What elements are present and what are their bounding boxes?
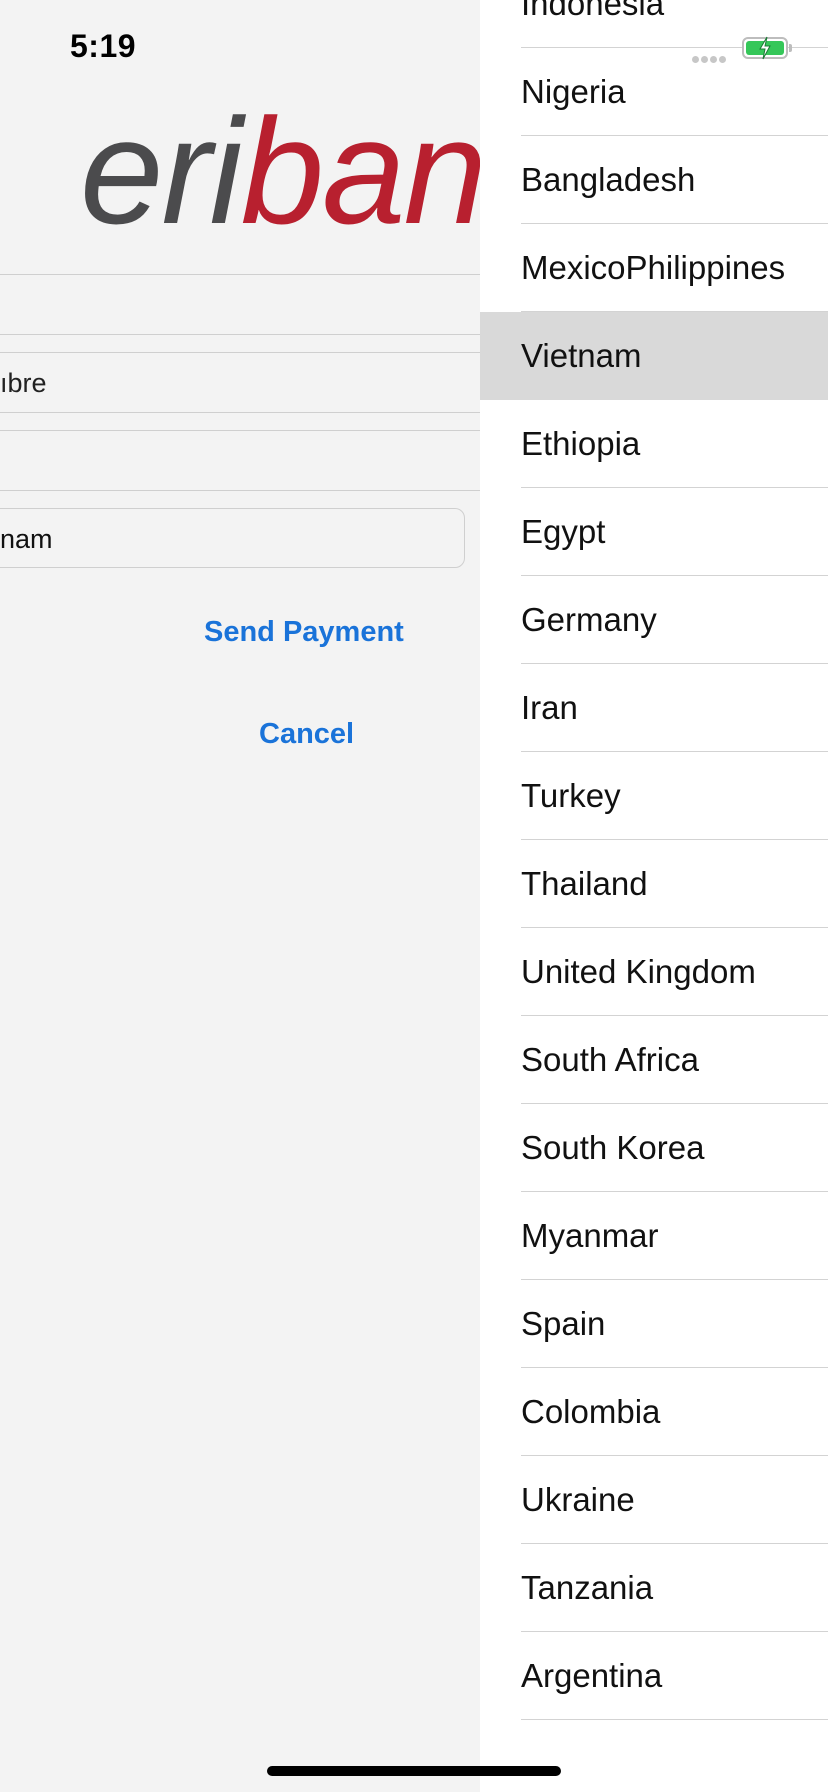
cancel-button[interactable]: Cancel [259, 718, 354, 751]
country-option[interactable]: South Korea [480, 1104, 828, 1192]
country-option-label: Nigeria [521, 73, 626, 110]
country-option[interactable]: Germany [480, 576, 828, 664]
battery-cap [789, 44, 792, 52]
country-field[interactable] [0, 508, 465, 568]
send-payment-button[interactable]: Send Payment [204, 616, 404, 649]
country-option[interactable]: Egypt [480, 488, 828, 576]
country-field-value: nam [0, 524, 53, 554]
country-option[interactable]: MexicoPhilippines [480, 224, 828, 312]
row-separator [521, 1719, 828, 1720]
country-option-label: South Africa [521, 1041, 699, 1078]
country-option-label: Vietnam [521, 337, 642, 374]
country-option[interactable]: Argentina [480, 1632, 828, 1720]
country-option-label: Argentina [521, 1657, 663, 1694]
signal-dots-icon [692, 50, 728, 63]
country-option[interactable]: Myanmar [480, 1192, 828, 1280]
country-option-label: Tanzania [521, 1569, 654, 1606]
country-option[interactable]: Thailand [480, 840, 828, 928]
country-option[interactable]: Nigeria [480, 48, 828, 136]
country-option[interactable]: Ukraine [480, 1456, 828, 1544]
country-option-label: Spain [521, 1305, 606, 1342]
field-divider [0, 430, 480, 431]
country-option-label: Colombia [521, 1393, 661, 1430]
field-divider [0, 274, 480, 275]
country-option-label: Turkey [521, 777, 621, 814]
country-option[interactable]: Colombia [480, 1368, 828, 1456]
country-option-label: Ukraine [521, 1481, 635, 1518]
logo-part-gray: eri [80, 87, 243, 255]
home-indicator[interactable] [267, 1766, 561, 1776]
charging-bolt-icon [759, 36, 771, 60]
eribank-logo: eribanl [80, 96, 518, 246]
country-option-label: Bangladesh [521, 161, 696, 198]
country-option-label: Egypt [521, 513, 606, 550]
country-option[interactable]: Turkey [480, 752, 828, 840]
field-divider [0, 490, 480, 491]
country-option-label: Thailand [521, 865, 648, 902]
country-option[interactable]: Ethiopia [480, 400, 828, 488]
country-option[interactable]: Bangladesh [480, 136, 828, 224]
country-option-label: Indonesia [521, 0, 665, 22]
country-picker[interactable]: Indonesia Nigeria Bangladesh MexicoPhilippi… [480, 0, 828, 1792]
field-divider [0, 334, 480, 335]
country-option[interactable]: South Africa [480, 1016, 828, 1104]
country-option[interactable]: Vietnam [480, 312, 828, 400]
country-option-label: United Kingdom [521, 953, 756, 990]
country-option-label: Myanmar [521, 1217, 659, 1254]
country-option-label: Ethiopia [521, 425, 641, 462]
country-option[interactable]: Tanzania [480, 1544, 828, 1632]
country-option[interactable]: United Kingdom [480, 928, 828, 1016]
name-field-text[interactable]: ıbre [0, 368, 47, 399]
country-option-label: MexicoPhilippines [521, 249, 786, 286]
field-divider [0, 412, 480, 413]
country-option[interactable]: Iran [480, 664, 828, 752]
country-option[interactable]: Spain [480, 1280, 828, 1368]
country-option-label: Germany [521, 601, 657, 638]
field-divider [0, 352, 480, 353]
country-option-label: South Korea [521, 1129, 705, 1166]
logo-part-red: banl [240, 87, 519, 255]
status-time: 5:19 [70, 28, 137, 64]
country-option-label: Iran [521, 689, 578, 726]
